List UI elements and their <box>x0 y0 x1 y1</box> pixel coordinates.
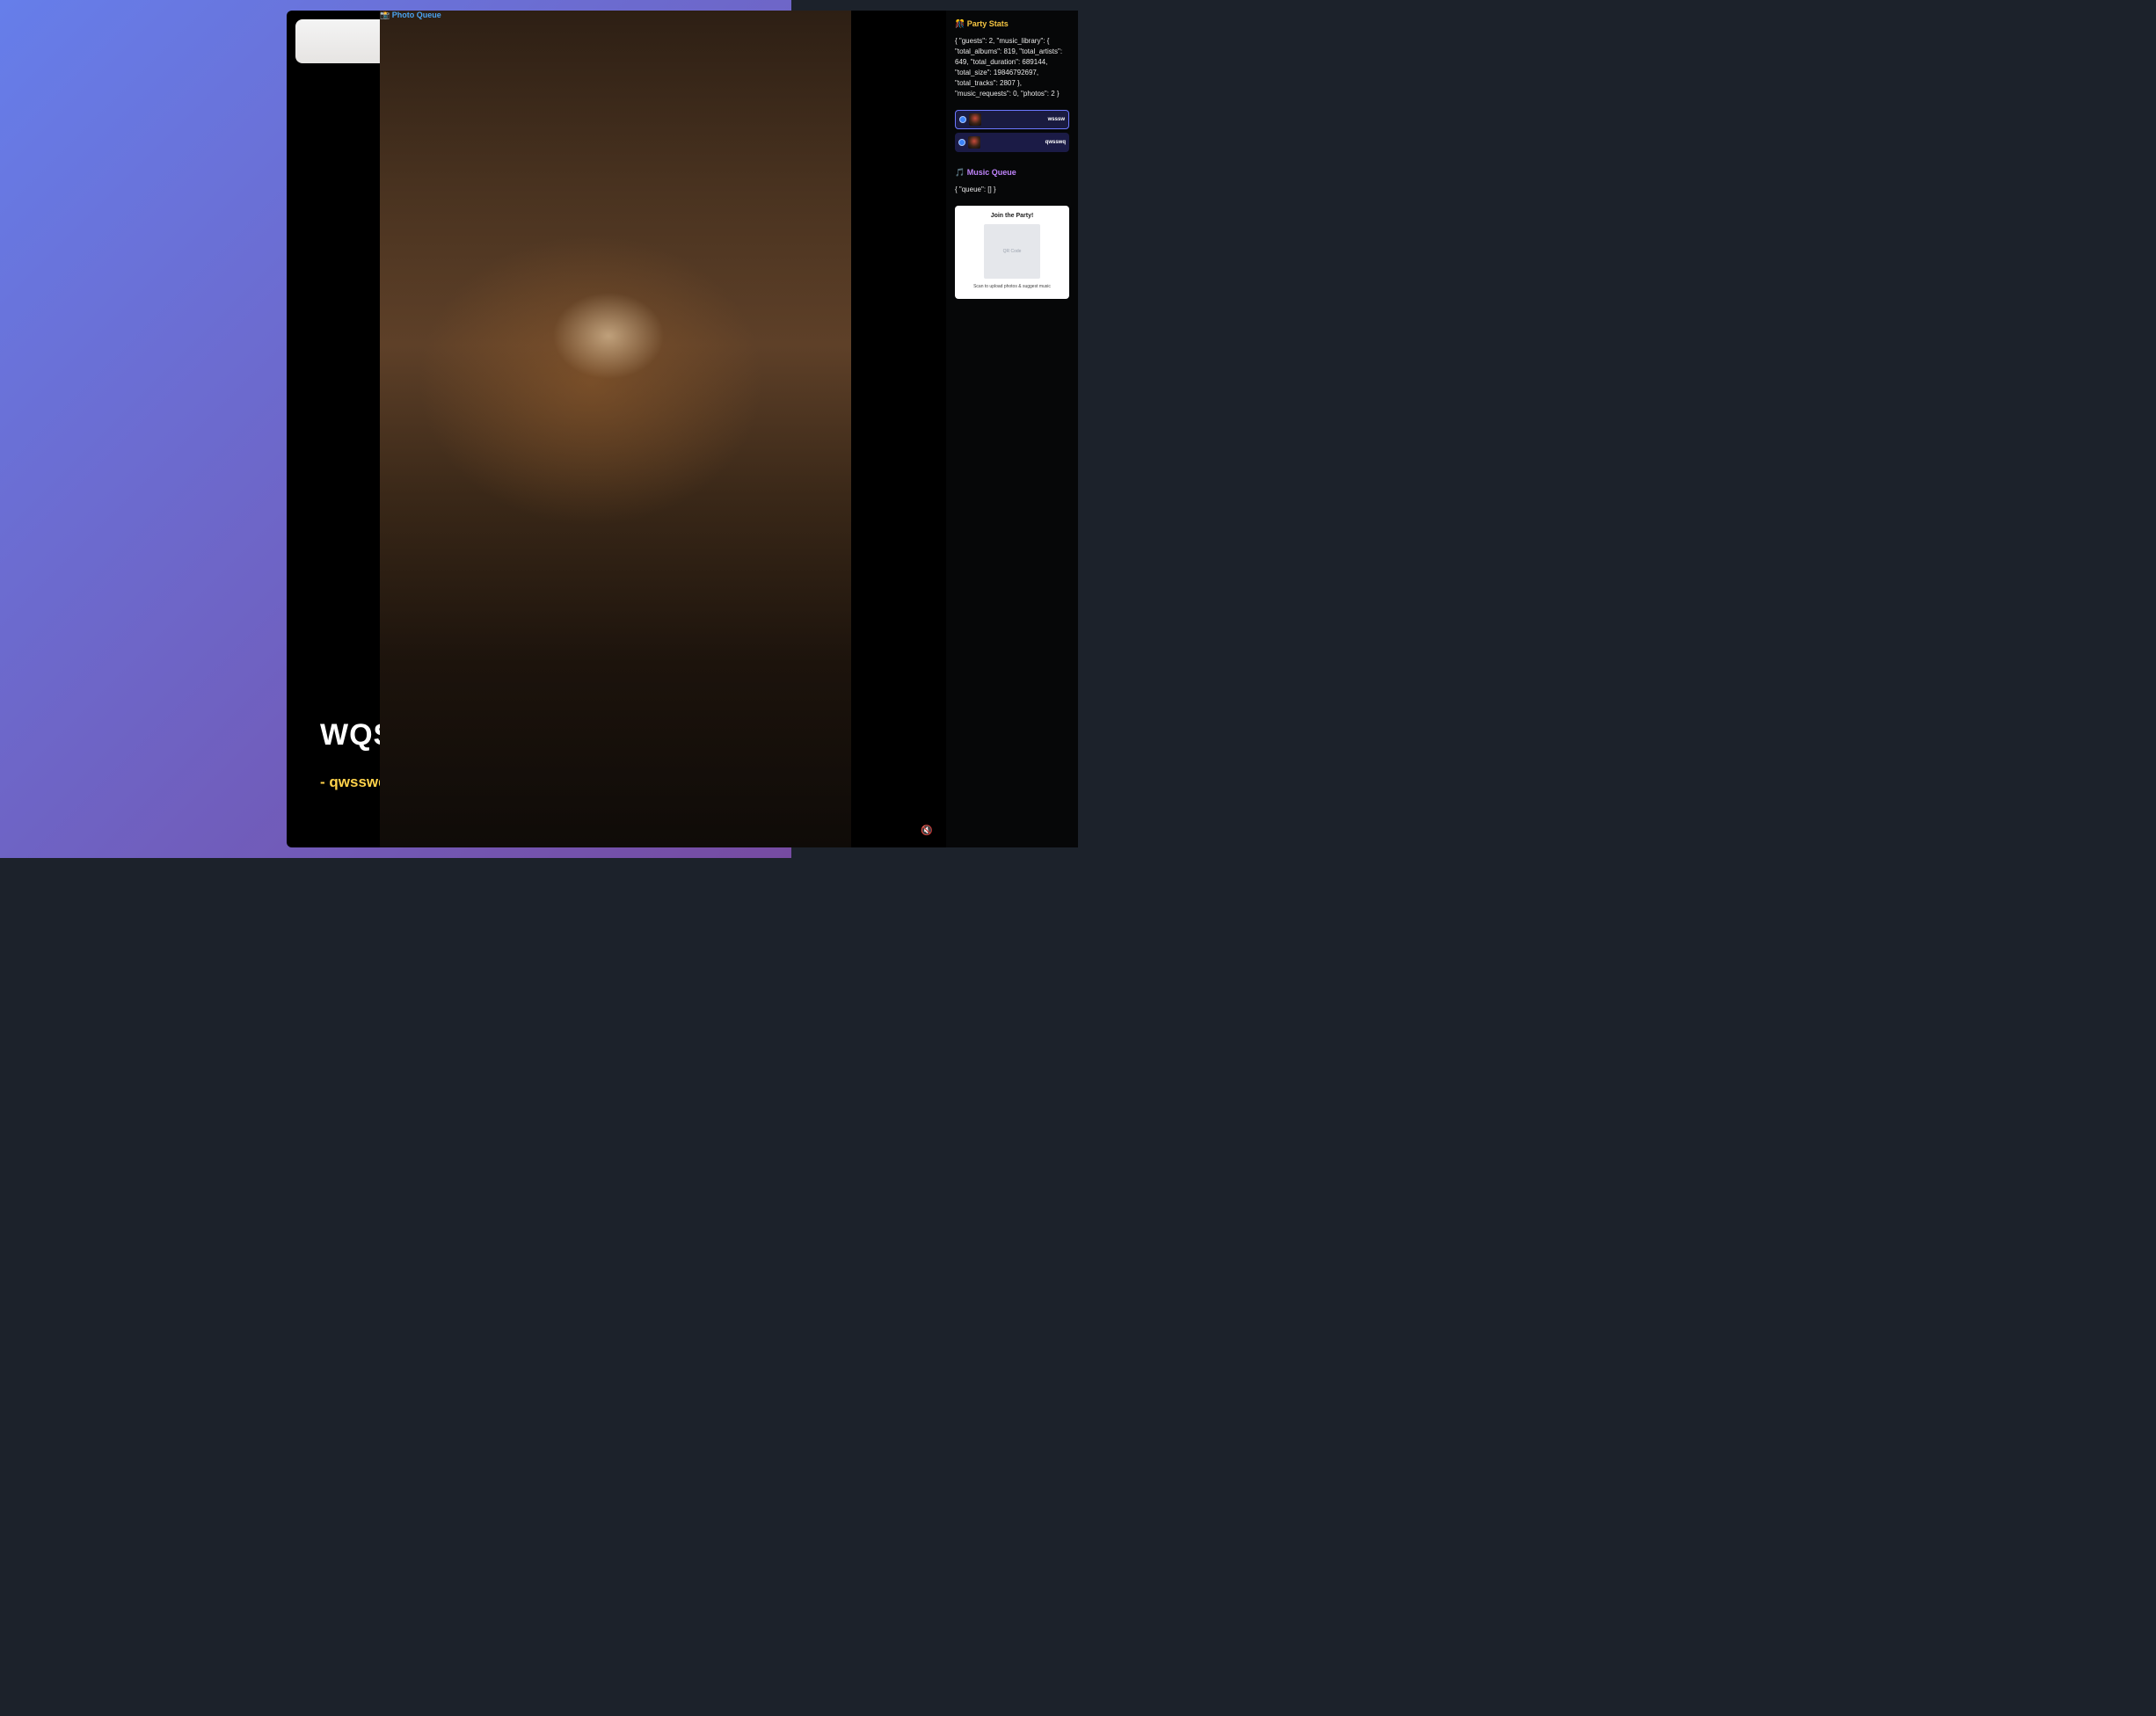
slide-caption-author: - qwsswq <box>320 774 388 790</box>
photo-queue-item-label: qwsswq <box>1045 140 1066 145</box>
music-queue-json: { "queue": [] } <box>955 185 996 193</box>
music-queue-title: 🎵 Music Queue <box>955 168 1016 177</box>
join-title: Join the Party! <box>990 213 1034 219</box>
join-note: Scan to upload photos & suggest music <box>973 284 1051 289</box>
party-stats-json: { "guests": 2, "music_library": { "total… <box>955 37 1063 98</box>
slideshow-app: 🎉 50th Birthday Celebration 🎉 Celebratin… <box>287 11 1078 847</box>
status-dot-icon <box>958 139 965 146</box>
photo-queue-item[interactable]: wsssw <box>955 110 1069 129</box>
photo-queue-item[interactable]: qwsswq <box>955 133 1069 152</box>
photo-queue-item-label: wsssw <box>1047 117 1065 122</box>
photo-queue-title: 📸 Photo Queue <box>380 11 851 847</box>
photo-thumbnail <box>968 136 980 149</box>
sidebar: 🎊 Party Stats { "guests": 2, "music_libr… <box>380 11 1078 847</box>
status-dot-icon <box>959 116 966 123</box>
qr-code[interactable]: QR Code <box>984 224 1040 279</box>
photo-thumbnail <box>969 113 981 126</box>
join-party-card: Join the Party! QR Code Scan to upload p… <box>955 206 1069 299</box>
party-stats-title: 🎊 Party Stats <box>955 19 1009 28</box>
speaker-muted-icon[interactable]: 🔇 <box>920 824 934 838</box>
